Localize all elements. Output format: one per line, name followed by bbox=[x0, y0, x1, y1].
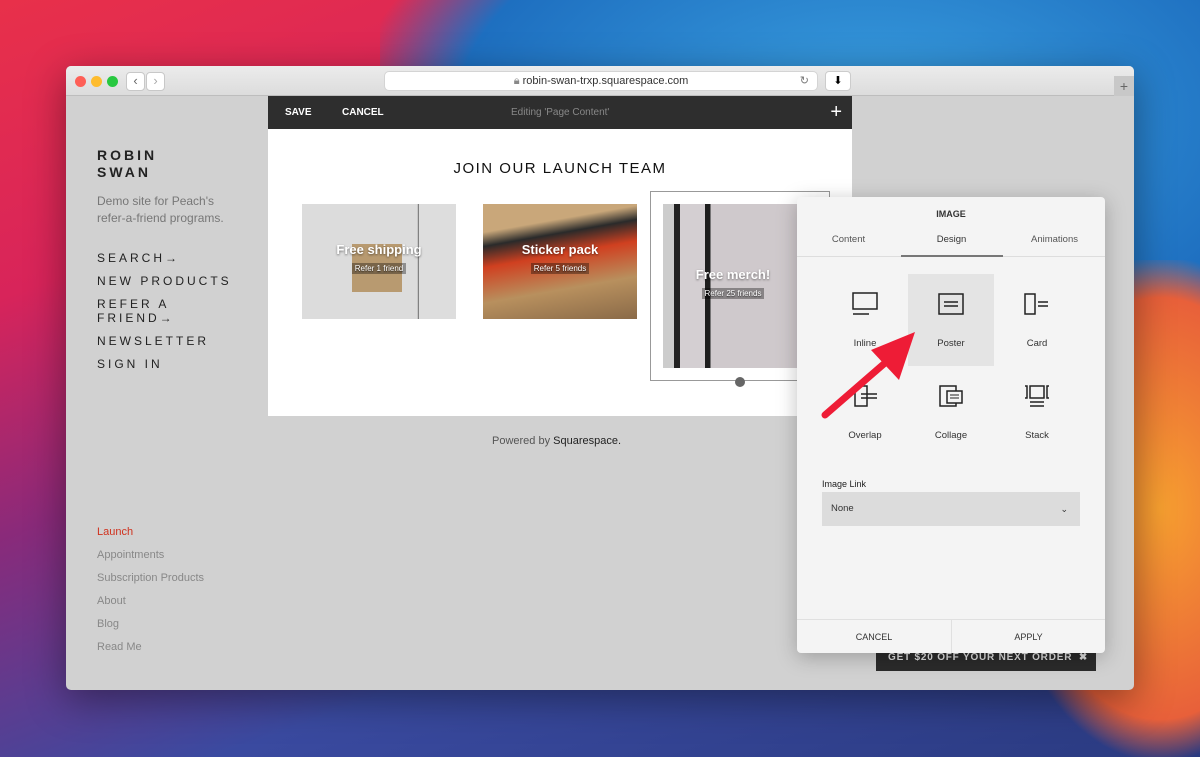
card-icon bbox=[994, 290, 1080, 318]
minimize-window-button[interactable] bbox=[91, 76, 102, 87]
image-link-select[interactable]: None ⌄ bbox=[822, 492, 1080, 526]
page-read-me[interactable]: Read Me bbox=[97, 641, 142, 653]
download-icon: ⬇ bbox=[833, 75, 843, 87]
page-blog[interactable]: Blog bbox=[97, 618, 119, 630]
panel-apply-button[interactable]: APPLY bbox=[952, 632, 1105, 642]
resize-handle[interactable] bbox=[735, 377, 745, 387]
add-block-button[interactable]: + bbox=[830, 101, 842, 124]
url-text: robin-swan-trxp.squarespace.com bbox=[522, 75, 689, 87]
nav-search[interactable]: SEARCH→ bbox=[97, 251, 180, 265]
editor-status: Editing 'Page Content' bbox=[511, 107, 610, 118]
nav-label: REFER A bbox=[97, 297, 170, 311]
reload-icon[interactable]: ↻ bbox=[800, 72, 809, 90]
tagline-line: refer-a-friend programs. bbox=[97, 211, 224, 225]
layout-stack[interactable]: Stack bbox=[994, 366, 1080, 458]
active-tab-indicator bbox=[901, 255, 1003, 257]
image-card-free-shipping[interactable]: Free shipping Refer 1 friend bbox=[302, 204, 456, 319]
image-card-free-merch[interactable]: Free merch! Refer 25 friends bbox=[663, 204, 803, 368]
card-title: Free merch! bbox=[695, 267, 771, 282]
page-editor: SAVE CANCEL Editing 'Page Content' + JOI… bbox=[268, 96, 852, 416]
stack-icon bbox=[994, 382, 1080, 410]
lock-icon: 🔒︎ bbox=[513, 75, 523, 87]
nav-new-products[interactable]: NEW PRODUCTS bbox=[97, 274, 232, 288]
card-title: Free shipping bbox=[336, 242, 422, 257]
layout-label: Collage bbox=[934, 430, 968, 441]
site-tagline: Demo site for Peach's refer-a-friend prog… bbox=[97, 193, 224, 227]
layout-label: Card bbox=[1026, 338, 1048, 349]
tagline-line: Demo site for Peach's bbox=[97, 194, 215, 208]
nav-refer-a-friend[interactable]: REFER A FRIEND→ bbox=[97, 297, 175, 325]
section-heading: JOIN OUR LAUNCH TEAM bbox=[453, 160, 667, 177]
browser-toolbar: ‹ › 🔒︎ robin-swan-trxp.squarespace.com ↻ … bbox=[66, 66, 1134, 96]
nav-newsletter[interactable]: NEWSLETTER bbox=[97, 334, 209, 348]
address-bar[interactable]: 🔒︎ robin-swan-trxp.squarespace.com ↻ bbox=[384, 71, 818, 91]
chevron-down-icon: ⌄ bbox=[1060, 504, 1068, 514]
layout-label: Overlap bbox=[848, 430, 882, 441]
page-appointments[interactable]: Appointments bbox=[97, 549, 164, 561]
new-tab-button[interactable]: + bbox=[1114, 76, 1134, 96]
panel-title: IMAGE bbox=[936, 209, 966, 219]
tab-content[interactable]: Content bbox=[797, 234, 900, 245]
save-button[interactable]: SAVE bbox=[285, 107, 312, 118]
powered-by: Powered by Squarespace. bbox=[492, 435, 621, 447]
back-button[interactable]: ‹ bbox=[126, 72, 145, 91]
powered-label: Powered by bbox=[492, 435, 551, 447]
image-link-label: Image Link bbox=[822, 479, 867, 489]
editor-toolbar: SAVE CANCEL Editing 'Page Content' + bbox=[268, 96, 852, 129]
page-about[interactable]: About bbox=[97, 595, 126, 607]
site-title-line: SWAN bbox=[97, 164, 151, 180]
close-window-button[interactable] bbox=[75, 76, 86, 87]
nav-label: FRIEND→ bbox=[97, 311, 175, 325]
image-link-value: None bbox=[831, 503, 854, 514]
cancel-button[interactable]: CANCEL bbox=[342, 107, 384, 118]
layout-label: Stack bbox=[1025, 430, 1049, 441]
image-card-sticker-pack[interactable]: Sticker pack Refer 5 friends bbox=[483, 204, 637, 319]
poster-icon bbox=[908, 290, 994, 318]
page-launch[interactable]: Launch bbox=[97, 526, 133, 538]
card-subtitle: Refer 25 friends bbox=[701, 288, 765, 299]
site-title[interactable]: ROBIN SWAN bbox=[97, 147, 157, 181]
card-subtitle: Refer 5 friends bbox=[530, 263, 590, 274]
tab-design[interactable]: Design bbox=[900, 234, 1003, 245]
zoom-window-button[interactable] bbox=[107, 76, 118, 87]
squarespace-link[interactable]: Squarespace. bbox=[553, 435, 621, 447]
promo-text: GET $20 OFF YOUR NEXT ORDER bbox=[888, 652, 1073, 663]
forward-button[interactable]: › bbox=[146, 72, 165, 91]
page-subscription-products[interactable]: Subscription Products bbox=[97, 572, 204, 584]
inline-icon bbox=[822, 290, 908, 318]
card-title: Sticker pack bbox=[521, 242, 599, 257]
tab-animations[interactable]: Animations bbox=[1003, 234, 1106, 245]
downloads-button[interactable]: ⬇ bbox=[825, 71, 851, 91]
image-settings-panel: IMAGE Content Design Animations Inline P… bbox=[797, 197, 1105, 653]
annotation-arrow-icon bbox=[821, 332, 915, 419]
card-subtitle: Refer 1 friend bbox=[351, 263, 407, 274]
panel-cancel-button[interactable]: CANCEL bbox=[797, 632, 951, 642]
layout-card[interactable]: Card bbox=[994, 274, 1080, 366]
nav-sign-in[interactable]: SIGN IN bbox=[97, 357, 163, 371]
site-title-line: ROBIN bbox=[97, 147, 158, 163]
